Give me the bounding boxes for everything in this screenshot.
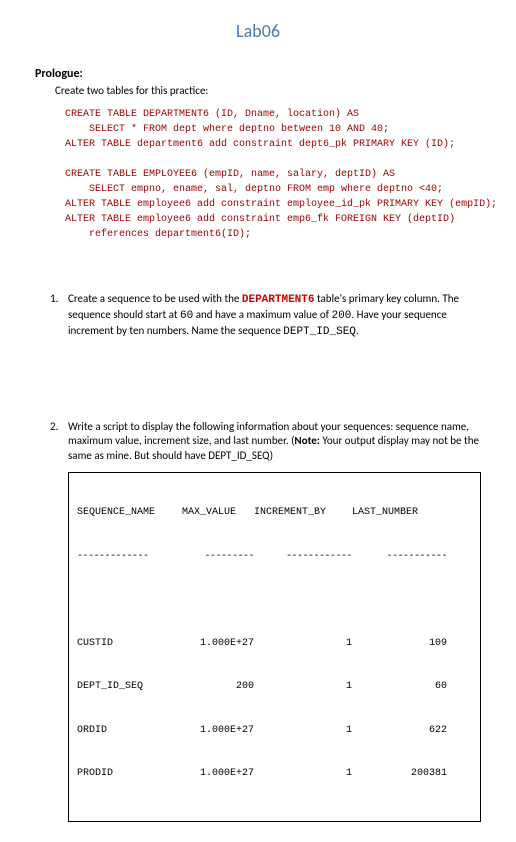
cell: 1.000E+27 <box>182 724 254 739</box>
question-2-text: Write a script to display the following … <box>68 420 481 465</box>
q1-pre: Create a sequence to be used with the <box>68 292 242 305</box>
col-sequence-name: SEQUENCE_NAME <box>77 506 182 521</box>
q1-val1: 60 <box>180 310 193 322</box>
d3: ------------ <box>254 550 352 565</box>
cell: 1 <box>254 637 352 652</box>
sql-code-block: CREATE TABLE DEPARTMENT6 (ID, Dname, loc… <box>65 107 481 242</box>
cell: 200381 <box>352 767 447 782</box>
page: Lab06 Prologue: Create two tables for th… <box>0 0 516 842</box>
question-1: 1. Create a sequence to be used with the… <box>50 292 481 340</box>
cell: DEPT_ID_SEQ <box>77 680 182 695</box>
page-title: Lab06 <box>35 20 481 42</box>
cell: 1.000E+27 <box>182 637 254 652</box>
q1-keyword: DEPARTMENT6 <box>242 294 315 306</box>
table-divider: ------------- --------- ------------ ---… <box>77 550 472 565</box>
table-row: DEPT_ID_SEQ 200 1 60 <box>77 680 472 695</box>
table-header: SEQUENCE_NAME MAX_VALUE INCREMENT_BY LAS… <box>77 506 472 521</box>
cell: CUSTID <box>77 637 182 652</box>
cell: PRODID <box>77 767 182 782</box>
q1-post2: and have a maximum value of <box>193 308 331 321</box>
prologue-text: Create two tables for this practice: <box>55 84 481 97</box>
cell: ORDID <box>77 724 182 739</box>
prologue-heading: Prologue: <box>35 67 481 81</box>
table-row: ORDID 1.000E+27 1 622 <box>77 724 472 739</box>
col-increment-by: INCREMENT_BY <box>254 506 352 521</box>
table-blank-row <box>77 593 472 608</box>
d1: ------------- <box>77 550 182 565</box>
output-table: SEQUENCE_NAME MAX_VALUE INCREMENT_BY LAS… <box>68 472 481 822</box>
q1-seqname: DEPT_ID_SEQ <box>283 326 356 338</box>
q1-val2: 200 <box>332 310 352 322</box>
d2: --------- <box>182 550 254 565</box>
question-2: 2. Write a script to display the followi… <box>50 420 481 465</box>
col-max-value: MAX_VALUE <box>182 506 254 521</box>
cell: 109 <box>352 637 447 652</box>
cell: 1.000E+27 <box>182 767 254 782</box>
q2-note-label: Note: <box>294 434 319 447</box>
cell: 60 <box>352 680 447 695</box>
d4: ----------- <box>352 550 447 565</box>
q1-post4: . <box>356 324 359 337</box>
cell: 1 <box>254 680 352 695</box>
col-last-number: LAST_NUMBER <box>352 506 447 521</box>
cell: 1 <box>254 724 352 739</box>
table-row: CUSTID 1.000E+27 1 109 <box>77 637 472 652</box>
question-2-number: 2. <box>50 420 68 465</box>
cell: 200 <box>182 680 254 695</box>
table-row: PRODID 1.000E+27 1 200381 <box>77 767 472 782</box>
question-1-number: 1. <box>50 292 68 340</box>
cell: 622 <box>352 724 447 739</box>
cell: 1 <box>254 767 352 782</box>
question-1-text: Create a sequence to be used with the DE… <box>68 292 481 340</box>
